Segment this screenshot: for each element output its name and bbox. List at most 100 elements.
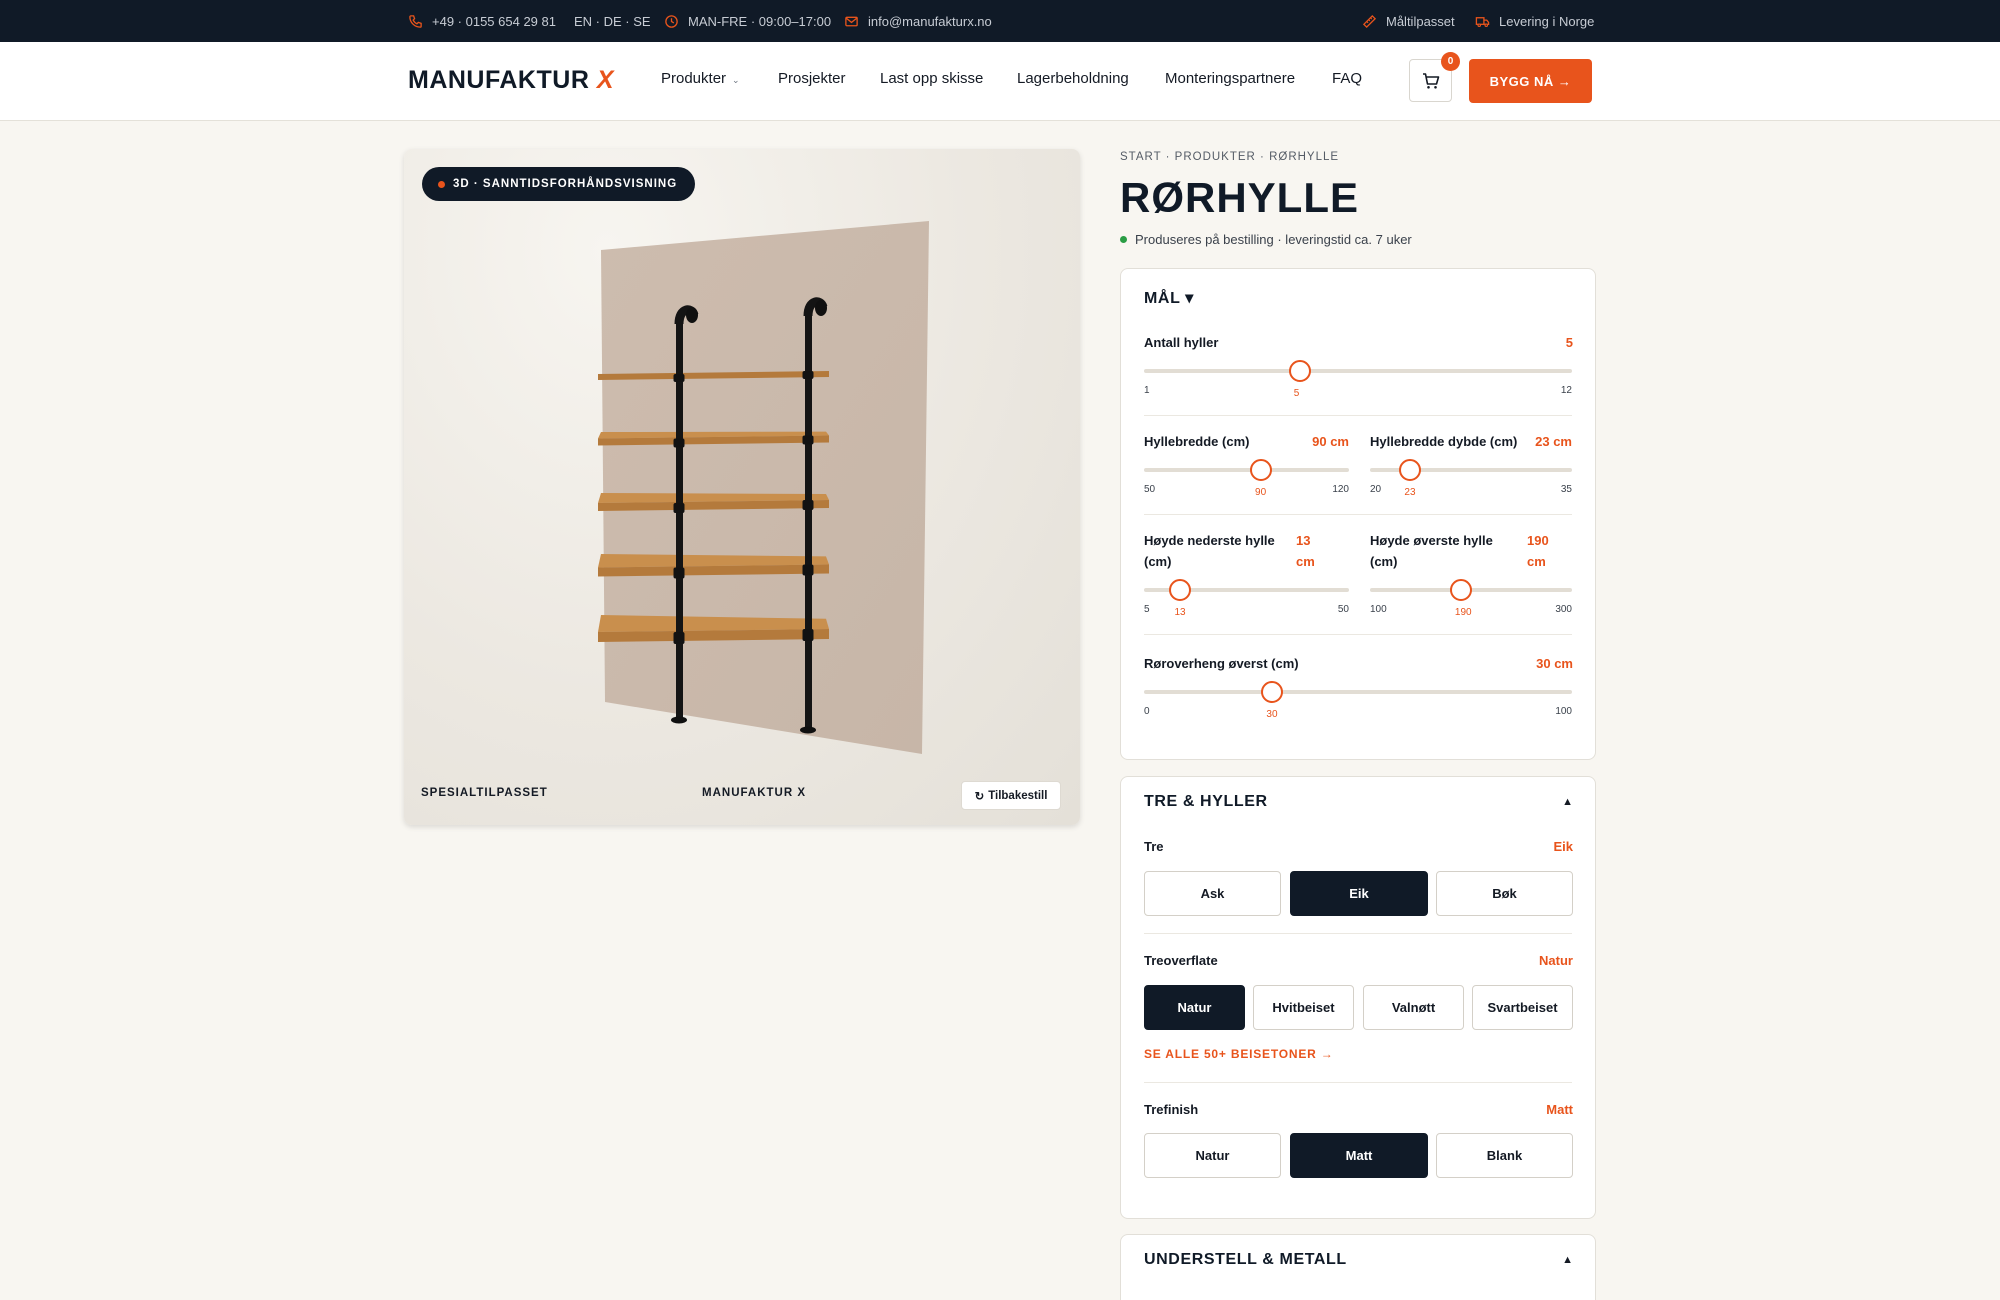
pipe-flange [673,567,685,579]
wood-species-value: Eik [1553,839,1573,854]
pipe-flange [673,374,685,382]
slider-thumb[interactable] [1288,360,1311,382]
slider-thumb[interactable] [1399,459,1422,481]
slider-current-label: 90 [1255,487,1267,498]
breadcrumb[interactable]: START · PRODUKTER · RØRHYLLE [1120,151,1339,163]
email-address: info@manufakturx.no [868,13,992,29]
surface-value: Natur [1539,953,1573,968]
logo[interactable]: MANUFAKTUR X [408,66,614,95]
pipe-flange [673,503,685,513]
slider-thumb[interactable] [1169,579,1192,601]
top-height-label: Høyde øverste hylle (cm) [1370,533,1493,569]
wall-panel [601,221,929,754]
slider-current-label: 13 [1174,607,1186,618]
frame-heading: UNDERSTELL & METALL [1144,1251,1347,1268]
slider-thumb[interactable] [1261,681,1284,703]
language-switcher[interactable]: EN · DE · SE [574,0,651,42]
main-header: MANUFAKTUR X Produkter ⌄ Prosjekter Last … [0,42,2000,121]
collapse-toggle-icon[interactable]: ▲ [1562,1254,1573,1266]
wood-option-eik[interactable]: Eik [1290,871,1428,916]
slider-max-label: 120 [1332,484,1349,495]
finish-option-natur[interactable]: Natur [1144,1133,1281,1178]
nav-products-label: Produkter [661,70,727,87]
cart-icon [1422,72,1439,89]
slider-current-label: 5 [1293,388,1300,399]
reset-button[interactable]: ↻ Tilbakestill [961,781,1061,810]
live-dot-icon [438,180,445,188]
nav-upload-sketch[interactable]: Last opp skisse [880,70,983,87]
overhang-value: 30 cm [1536,656,1573,671]
availability-text: Produseres på bestilling · leveringstid … [1135,232,1412,247]
bottom-height-value: 13 cm [1296,533,1315,569]
dimensions-heading[interactable]: MÅL ▾ [1144,288,1194,308]
wood-heading: TRE & HYLLER [1144,793,1268,810]
slider-current-label: 23 [1404,487,1416,498]
brand-label: MANUFAKTUR X [702,787,806,799]
reset-label: Tilbakestill [988,789,1048,802]
3d-preview[interactable]: 3D · SANNTIDSFORHÅNDSVISNING SPESIALTILP… [404,149,1080,825]
slider-min-label: 20 [1370,484,1382,495]
delivery-text: Levering i Norge [1499,13,1595,29]
nav-faq[interactable]: FAQ [1332,70,1362,87]
depth-label: Hyllebredde dybde (cm) [1370,434,1518,449]
phone-contact[interactable]: +49 · 0155 654 29 81 [408,0,556,42]
finish-option-matt[interactable]: Matt [1290,1133,1428,1178]
reset-icon: ↻ [974,790,985,803]
availability-status: Produseres på bestilling · leveringstid … [1120,232,1412,247]
slider-min-label: 5 [1144,604,1150,615]
divider [1144,415,1572,416]
pipe-flange [673,438,685,448]
status-dot-icon [1120,236,1127,243]
nav-products[interactable]: Produkter ⌄ [661,70,740,87]
shelf-3d-render[interactable] [404,149,1080,825]
shelves-value: 5 [1565,335,1573,350]
slider-max-label: 100 [1555,706,1572,717]
measuring-info: Måltilpasset [1362,0,1455,42]
slider-current-label: 30 [1266,709,1278,720]
truck-icon [1475,16,1490,27]
slider-min-label: 50 [1144,484,1156,495]
surface-option-natur[interactable]: Natur [1144,985,1245,1030]
surface-label: Treoverflate [1144,953,1218,968]
pipe-flange [802,371,814,379]
nav-assembly-partners-label: Monteringspartnere [1165,70,1296,87]
slider-track[interactable] [1144,369,1572,373]
collapse-toggle-icon[interactable]: ▲ [1562,796,1573,808]
surface-option-hvitbeiset[interactable]: Hvitbeiset [1253,985,1354,1030]
divider [1144,514,1572,515]
slider-current-label: 190 [1454,607,1472,618]
live-preview-badge: 3D · SANNTIDSFORHÅNDSVISNING [422,167,696,201]
surface-option-svartbeiset[interactable]: Svartbeiset [1472,985,1573,1030]
pipe-flange [802,564,814,576]
phone-number: +49 · 0155 654 29 81 [432,13,556,29]
pipe-flange [673,632,685,644]
surface-option-valnott[interactable]: Valnøtt [1363,985,1464,1030]
slider-track[interactable] [1144,468,1349,472]
build-now-button[interactable]: BYGG NÅ → [1469,59,1592,103]
slider-thumb[interactable] [1449,579,1472,601]
email-contact[interactable]: info@manufakturx.no [844,0,992,42]
wood-option-ask[interactable]: Ask [1144,871,1281,916]
slider-track[interactable] [1144,690,1572,694]
nav-projects[interactable]: Prosjekter [778,70,846,87]
nav-inventory[interactable]: Lagerbeholdning [1017,70,1129,87]
cart-count-badge: 0 [1441,52,1460,71]
slider-thumb[interactable] [1250,459,1273,481]
wood-option-bok[interactable]: Bøk [1436,871,1573,916]
slider-max-label: 300 [1555,604,1572,615]
delivery-info: Levering i Norge [1475,0,1594,42]
language-list: EN · DE · SE [574,13,651,29]
finish-label: Trefinish [1144,1102,1199,1117]
slider-max-label: 50 [1337,604,1349,615]
overhang-label: Røroverheng øverst (cm) [1144,656,1299,671]
width-value: 90 cm [1312,434,1349,449]
ruler-icon [1362,14,1377,28]
nav-assembly-partners[interactable]: Monteringspartnere [1165,70,1295,87]
see-all-stains-link[interactable]: SE ALLE 50+ BEISETONER → [1144,1047,1334,1061]
logo-mark: X [596,66,615,94]
nav-faq-label: FAQ [1332,70,1363,87]
divider [1144,933,1572,934]
opening-hours: MAN-FRE · 09:00–17:00 [664,0,831,42]
cart-button[interactable]: 0 [1409,52,1460,102]
finish-option-blank[interactable]: Blank [1436,1133,1573,1178]
